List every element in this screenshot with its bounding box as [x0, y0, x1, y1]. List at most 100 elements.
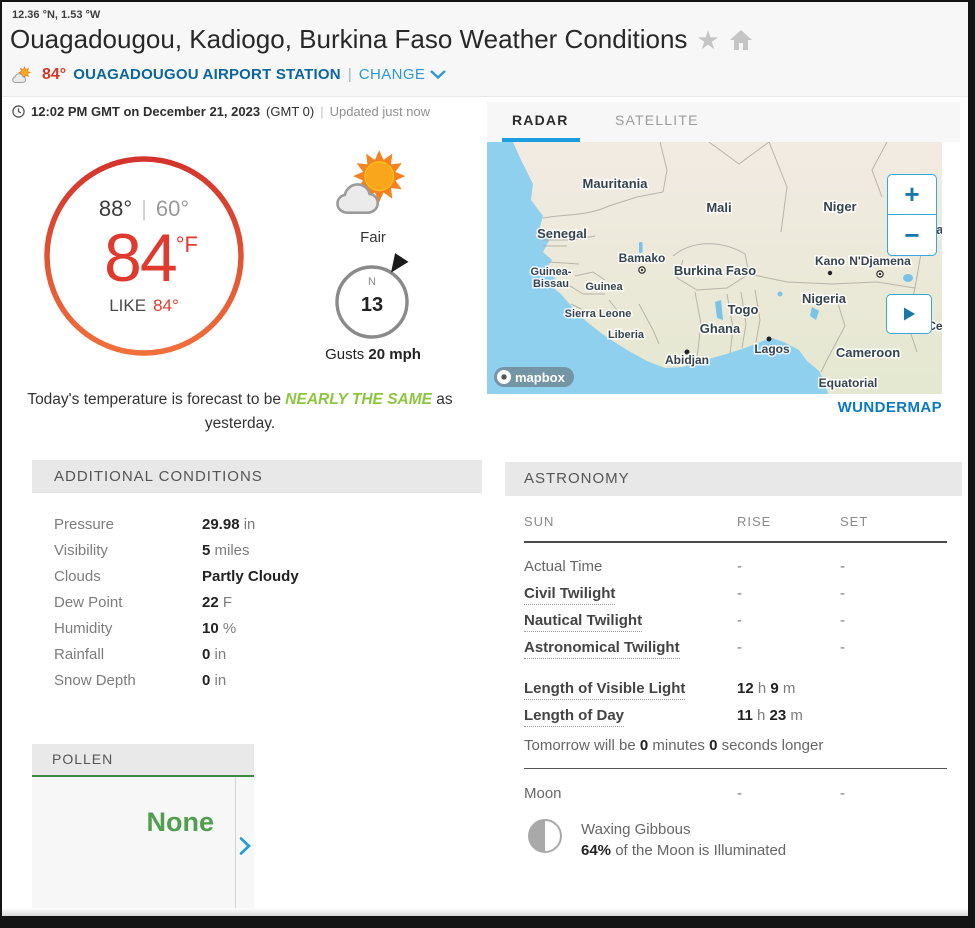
- feels-like-value: 84°: [153, 296, 179, 315]
- country-label: Mauritania: [582, 176, 648, 191]
- wind-direction-arrow: [391, 253, 409, 273]
- map-zoom-control: + −: [887, 174, 937, 256]
- moon-phase-icon: [528, 819, 562, 853]
- zoom-out-button[interactable]: −: [888, 215, 936, 255]
- country-label: Guinea-: [531, 266, 572, 278]
- condition-row-pressure: Pressure 29.98 in: [54, 515, 256, 533]
- astronomy-table-header: SUN RISE SET: [524, 514, 947, 543]
- condition-row-rainfall: Rainfall 0 in: [54, 645, 227, 663]
- city-label: Abidjan: [665, 353, 709, 367]
- feels-like-label: LIKE: [109, 296, 147, 315]
- country-label: Mali: [706, 200, 731, 215]
- tab-satellite[interactable]: SATELLITE: [615, 112, 699, 128]
- chevron-down-icon: [430, 70, 447, 79]
- forecast-comparison-text: Today's temperature is forecast to be NE…: [27, 391, 453, 432]
- country-label: Togo: [728, 302, 759, 317]
- pollen-title: POLLEN: [32, 744, 254, 777]
- current-temp-value: 84: [104, 220, 178, 296]
- wind-gusts: Gusts 20 mph: [325, 346, 421, 363]
- length-visible-light-row: Length of Visible Light 12 h 9 m: [524, 675, 947, 702]
- forecast-highlight: NEARLY THE SAME: [285, 391, 432, 408]
- country-label: Bissau: [533, 278, 569, 290]
- high-temp: 88°: [98, 196, 133, 221]
- station-name-link[interactable]: OUAGADOUGOU AIRPORT STATION: [73, 66, 341, 83]
- play-icon: [904, 307, 915, 321]
- condition-icon: [334, 150, 414, 223]
- city-marker-kano: [827, 270, 833, 276]
- country-label: Sierra Leone: [565, 308, 632, 320]
- rise-column-header: RISE: [737, 514, 772, 529]
- condition-row-visibility: Visibility 5 miles: [54, 541, 250, 559]
- sun-column-header: SUN: [524, 514, 555, 529]
- astro-row-actual-time: Actual Time - -: [524, 558, 845, 575]
- page-bottom-bar: [2, 916, 968, 926]
- location-coordinates: 12.36 °N, 1.53 °W: [12, 9, 101, 21]
- city-label: N'Djamena: [849, 254, 911, 268]
- country-label: Nigeria: [802, 291, 847, 306]
- city-label: Kano: [815, 254, 845, 268]
- pollen-panel: POLLEN None: [32, 744, 254, 910]
- astro-row-astronomical-twilight: Astronomical Twilight - -: [524, 634, 947, 661]
- country-label: Niger: [823, 199, 856, 214]
- wind-speed-value: 13: [361, 294, 383, 316]
- country-label: Liberia: [608, 329, 645, 341]
- astronomy-divider: [524, 768, 947, 769]
- astro-row-civil-twilight: Civil Twilight - -: [524, 580, 947, 607]
- additional-conditions-title: ADDITIONAL CONDITIONS: [32, 460, 482, 493]
- radar-map[interactable]: Mauritania Mali Niger Senegal Guinea- Bi…: [487, 142, 942, 394]
- condition-row-humidity: Humidity 10 %: [54, 619, 237, 637]
- favorite-star-icon[interactable]: ★: [696, 27, 719, 53]
- station-temp: 84°: [42, 65, 67, 83]
- moon-phase-block: Waxing Gibbous 64% of the Moon is Illumi…: [524, 819, 947, 861]
- station-divider: |: [347, 66, 352, 83]
- current-temperature-dial: 88° | 60° 84 °F LIKE 84°: [42, 154, 246, 358]
- zoom-in-button[interactable]: +: [888, 175, 936, 215]
- wind-n-label: N: [368, 276, 376, 288]
- city-label: Bamako: [619, 251, 666, 265]
- moon-phase-name: Waxing Gibbous: [581, 821, 691, 838]
- low-temp: 60°: [155, 196, 190, 221]
- page-bottom-shadow: [2, 908, 968, 916]
- clock-icon: [12, 105, 25, 118]
- mapbox-attribution[interactable]: mapbox: [494, 367, 574, 387]
- tomorrow-daylight-text: Tomorrow will be 0 minutes 0 seconds lon…: [524, 737, 824, 754]
- condition-row-clouds: Clouds Partly Cloudy: [54, 567, 299, 585]
- moon-illumination: 64% of the Moon is Illuminated: [581, 842, 787, 859]
- condition-label: Fair: [360, 229, 386, 246]
- sun-cloud-icon: [12, 65, 35, 84]
- city-label: Lagos: [754, 342, 790, 356]
- wundermap-link[interactable]: WUNDERMAP: [838, 399, 942, 416]
- length-of-day-row: Length of Day 11 h 23 m: [524, 702, 947, 729]
- home-icon[interactable]: [729, 29, 753, 51]
- country-label: Cameroon: [836, 345, 900, 360]
- country-label: Senegal: [537, 226, 587, 241]
- updated-text: Updated just now: [329, 104, 431, 119]
- additional-conditions-panel: ADDITIONAL CONDITIONS Pressure 29.98 in …: [32, 460, 482, 707]
- current-temp-unit: °F: [175, 232, 198, 257]
- condition-row-snow-depth: Snow Depth 0 in: [54, 671, 227, 689]
- astronomy-title: ASTRONOMY: [505, 462, 962, 496]
- pollen-chevron-right-icon[interactable]: [239, 837, 251, 860]
- condition-row-dew-point: Dew Point 22 F: [54, 593, 233, 611]
- radar-play-button[interactable]: [886, 294, 932, 334]
- tab-radar[interactable]: RADAR: [512, 112, 569, 128]
- map-tabbar: RADAR SATELLITE: [487, 102, 960, 142]
- country-label: Ghana: [700, 321, 741, 336]
- page-header: 12.36 °N, 1.53 °W Ouagadougou, Kadiogo, …: [2, 2, 968, 97]
- timestamp-text: 12:02 PM GMT on December 21, 2023: [31, 104, 261, 119]
- country-label: Burkina Faso: [674, 263, 756, 278]
- weather-page: 12.36 °N, 1.53 °W Ouagadougou, Kadiogo, …: [0, 0, 975, 928]
- country-label: Guinea: [585, 281, 623, 293]
- timezone-text: (GMT 0): [266, 104, 315, 119]
- city-marker-lagos: [766, 336, 772, 342]
- page-title: Ouagadougou, Kadiogo, Burkina Faso Weath…: [10, 24, 688, 54]
- moon-row: Moon - -: [524, 785, 845, 802]
- mapbox-logo-icon: [497, 370, 511, 384]
- pollen-level-value: None: [146, 807, 215, 837]
- wind-gauge: N 13: [327, 251, 419, 348]
- observation-timestamp: 12:02 PM GMT on December 21, 2023 (GMT 0…: [12, 104, 430, 119]
- change-station-link[interactable]: CHANGE: [359, 66, 447, 83]
- radar-card: RADAR SATELLITE Mauritania Mali Niger Se…: [487, 102, 960, 422]
- set-column-header: SET: [840, 514, 869, 529]
- country-label: Equatorial: [819, 376, 878, 390]
